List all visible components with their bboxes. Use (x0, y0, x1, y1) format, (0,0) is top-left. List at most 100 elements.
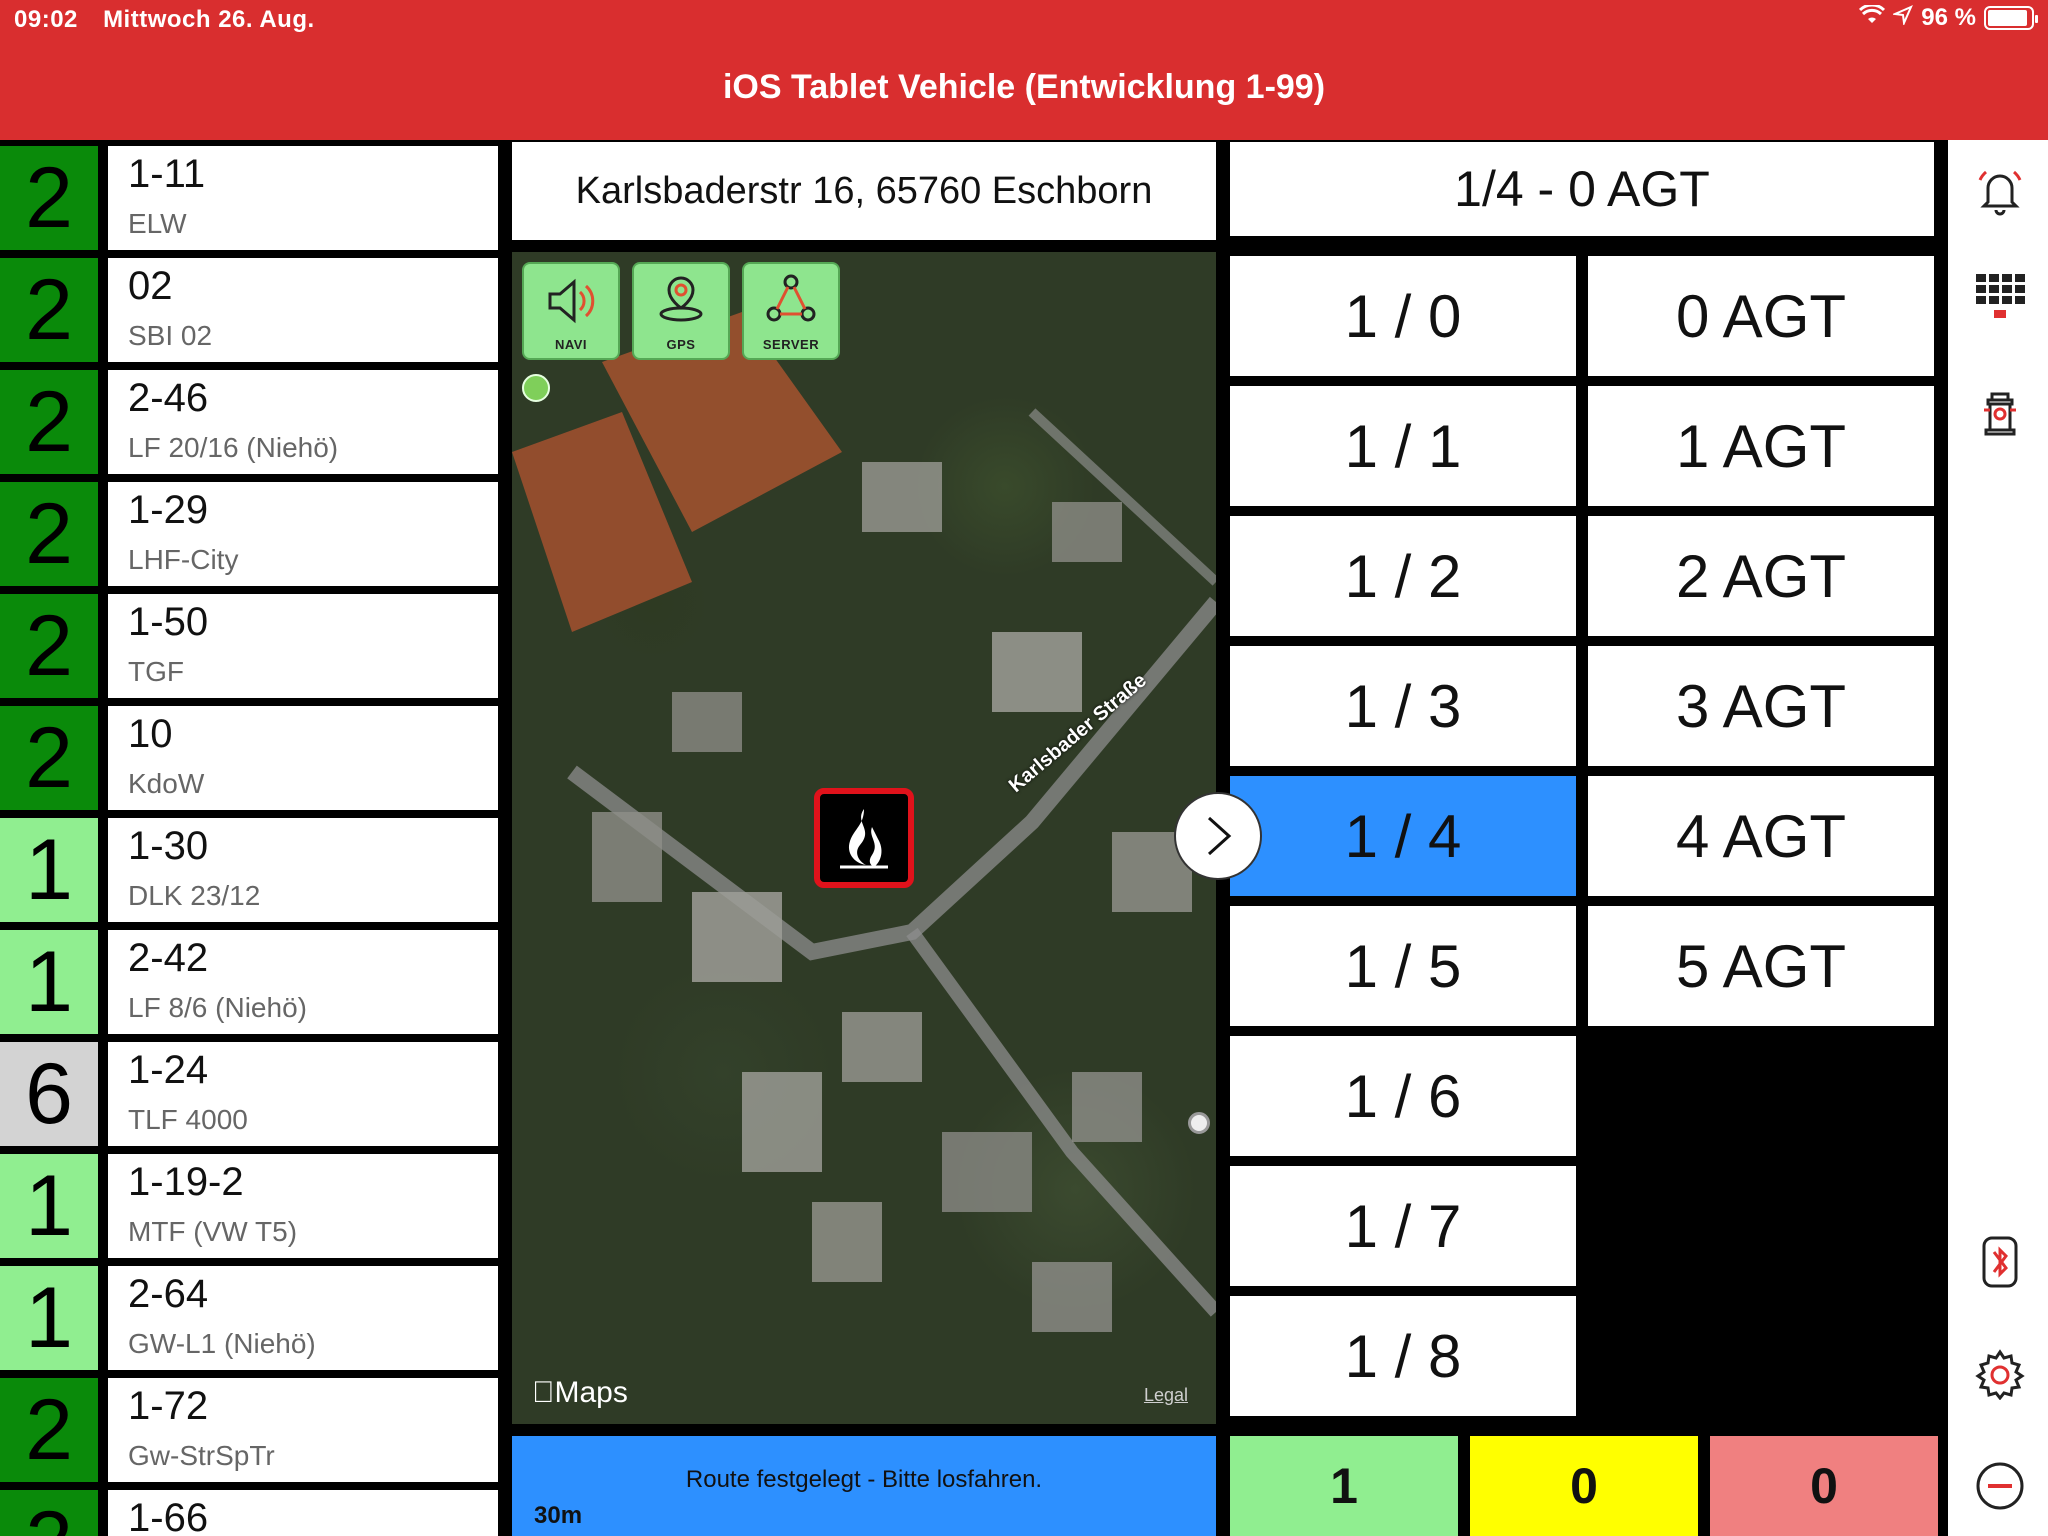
chevron-right-icon (1207, 816, 1232, 856)
vehicle-type: TGF (128, 656, 184, 687)
hydrant-icon[interactable] (1974, 386, 2026, 438)
vehicle-info: 1-24 TLF 4000 (108, 1042, 498, 1146)
navi-button-label: NAVI (554, 337, 588, 352)
vehicle-row[interactable]: 2 1-72 Gw-StrSpTr (0, 1378, 502, 1482)
vehicle-callsign: 10 (128, 712, 173, 756)
status-counter[interactable]: 1 (1230, 1436, 1458, 1536)
battery-icon (1984, 6, 2038, 30)
crew-strength-button[interactable]: 1 / 8 (1230, 1296, 1576, 1416)
navi-button[interactable]: NAVI (522, 262, 620, 360)
flame-icon (840, 809, 888, 869)
vehicle-callsign: 1-50 (128, 600, 209, 644)
vehicle-callsign: 02 (128, 264, 173, 308)
vehicle-info: 1-50 TGF (108, 594, 498, 698)
vehicle-row[interactable]: 1 2-42 LF 8/6 (Niehö) (0, 930, 502, 1034)
agt-button[interactable]: 2 AGT (1588, 516, 1934, 636)
vehicle-row[interactable]: 1 1-19-2 MTF (VW T5) (0, 1154, 502, 1258)
vehicle-row[interactable]: 2 1-11 ELW (0, 146, 502, 250)
agt-button[interactable]: 3 AGT (1588, 646, 1934, 766)
vehicle-type: KdoW (128, 768, 205, 799)
map-view[interactable]: NAVI GPS SERVER Karlsbader Straße Maps … (512, 252, 1216, 1424)
vehicle-callsign: 1-72 (128, 1384, 209, 1428)
maps-logo: Maps (532, 1376, 628, 1410)
vehicle-type: LHF-City (128, 544, 239, 575)
gps-button-label: GPS (666, 337, 696, 352)
apple-logo-icon:  (532, 1376, 555, 1409)
vehicle-status: 1 (0, 818, 98, 922)
vehicle-info: 2-42 LF 8/6 (Niehö) (108, 930, 498, 1034)
vehicle-status: 2 (0, 370, 98, 474)
crew-strength-button[interactable]: 1 / 5 (1230, 906, 1576, 1026)
crew-strength-button[interactable]: 1 / 1 (1230, 386, 1576, 506)
vehicle-type: DLK 23/12 (128, 880, 261, 911)
vehicle-status: 2 (0, 1490, 98, 1536)
vehicle-row[interactable]: 1 2-64 GW-L1 (Niehö) (0, 1266, 502, 1370)
agt-button[interactable]: 0 AGT (1588, 256, 1934, 376)
compass-icon[interactable] (522, 374, 550, 402)
crew-strength-button[interactable]: 1 / 7 (1230, 1166, 1576, 1286)
status-counter[interactable]: 0 (1470, 1436, 1698, 1536)
vehicle-info: 1-30 DLK 23/12 (108, 818, 498, 922)
agt-button[interactable]: 5 AGT (1588, 906, 1934, 1026)
map-button-group: NAVI GPS SERVER (522, 262, 840, 360)
vehicle-status: 2 (0, 594, 98, 698)
vehicle-info: 1-66 (108, 1490, 498, 1536)
status-bar-right: 96 % (1859, 3, 2038, 32)
map-poi-dot (1188, 1112, 1210, 1134)
vehicle-row[interactable]: 2 1-29 LHF-City (0, 482, 502, 586)
agt-button[interactable]: 1 AGT (1588, 386, 1934, 506)
vehicle-status: 1 (0, 1266, 98, 1370)
vehicle-type: MTF (VW T5) (128, 1216, 298, 1247)
incident-location-marker[interactable] (814, 788, 914, 888)
vehicle-callsign: 1-29 (128, 488, 209, 532)
app-header: 09:02 Mittwoch 26. Aug. 96 % iOS Tablet … (0, 0, 2048, 140)
minus-circle-icon[interactable] (1974, 1460, 2026, 1512)
legal-link[interactable]: Legal (1144, 1385, 1188, 1406)
crew-strength-button[interactable]: 1 / 4 (1230, 776, 1576, 896)
crew-strength-button[interactable]: 1 / 3 (1230, 646, 1576, 766)
expand-panel-button[interactable] (1174, 792, 1262, 880)
alarm-bell-icon[interactable] (1974, 166, 2026, 218)
route-status-bar: Route festgelegt - Bitte losfahren. 30m (512, 1436, 1216, 1536)
battery-percent: 96 % (1921, 4, 1976, 31)
vehicle-status: 2 (0, 706, 98, 810)
keypad-icon[interactable] (1974, 270, 2026, 322)
vehicle-status: 2 (0, 482, 98, 586)
wifi-icon (1859, 3, 1886, 32)
gps-button[interactable]: GPS (632, 262, 730, 360)
vehicle-callsign: 2-64 (128, 1272, 209, 1316)
location-pin-icon (656, 274, 706, 337)
server-button[interactable]: SERVER (742, 262, 840, 360)
settings-gear-icon[interactable] (1974, 1348, 2026, 1400)
vehicle-row[interactable]: 1 1-30 DLK 23/12 (0, 818, 502, 922)
route-message: Route festgelegt - Bitte losfahren. (685, 1466, 1043, 1493)
maps-brand: Maps (532, 1376, 628, 1409)
vehicle-callsign: 1-30 (128, 824, 209, 868)
agt-button[interactable]: 4 AGT (1588, 776, 1934, 896)
crew-strength-button[interactable]: 1 / 0 (1230, 256, 1576, 376)
status-time: 09:02 (14, 6, 78, 33)
vehicle-type: ELW (128, 208, 187, 239)
vehicle-info: 1-19-2 MTF (VW T5) (108, 1154, 498, 1258)
vehicle-list: 2 1-11 ELW 2 02 SBI 02 2 2-46 LF 20/16 (Niehö) 2 1… (0, 146, 502, 1536)
vehicle-callsign: 2-42 (128, 936, 209, 980)
vehicle-row[interactable]: 2 10 KdoW (0, 706, 502, 810)
vehicle-row[interactable]: 2 02 SBI 02 (0, 258, 502, 362)
server-button-label: SERVER (762, 337, 820, 352)
vehicle-info: 2-64 GW-L1 (Niehö) (108, 1266, 498, 1370)
app-title: iOS Tablet Vehicle (Entwicklung 1-99) (722, 68, 1326, 106)
vehicle-row[interactable]: 2 1-50 TGF (0, 594, 502, 698)
vehicle-row[interactable]: 2 1-66 (0, 1490, 502, 1536)
vehicle-row[interactable]: 2 2-46 LF 20/16 (Niehö) (0, 370, 502, 474)
crew-strength-button[interactable]: 1 / 2 (1230, 516, 1576, 636)
crew-strength-button[interactable]: 1 / 6 (1230, 1036, 1576, 1156)
incident-address: Karlsbaderstr 16, 65760 Eschborn (512, 142, 1216, 240)
vehicle-status: 1 (0, 1154, 98, 1258)
vehicle-info: 10 KdoW (108, 706, 498, 810)
vehicle-row[interactable]: 6 1-24 TLF 4000 (0, 1042, 502, 1146)
bluetooth-icon[interactable] (1974, 1236, 2026, 1288)
vehicle-callsign: 1-66 (128, 1496, 209, 1536)
vehicle-type: GW-L1 (Niehö) (128, 1328, 316, 1359)
vehicle-info: 1-29 LHF-City (108, 482, 498, 586)
status-counter[interactable]: 0 (1710, 1436, 1938, 1536)
